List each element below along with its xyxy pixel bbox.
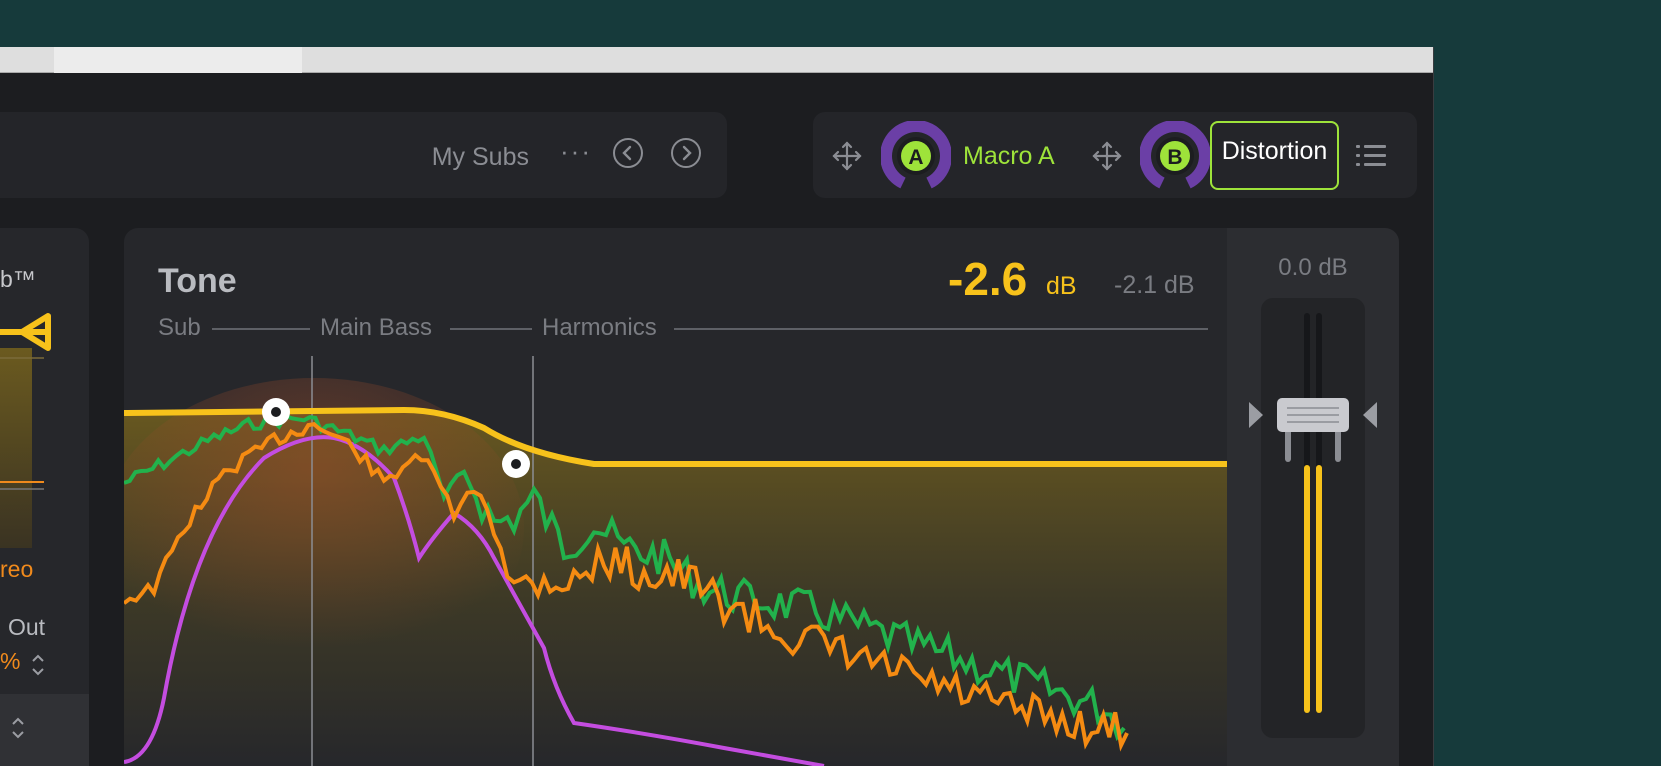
band-label-sub[interactable]: Sub (158, 314, 201, 342)
band-line (674, 328, 1208, 330)
more-dots-icon[interactable]: ··· (556, 136, 596, 166)
svg-text:A: A (908, 146, 923, 169)
left-panel-footer (0, 694, 89, 766)
stepper-icon[interactable] (10, 714, 26, 742)
title-bar-tab[interactable] (54, 47, 302, 73)
stereo-label: reo (0, 556, 34, 582)
band-label-harmonics[interactable]: Harmonics (542, 314, 657, 342)
tone-panel: Tone -2.6 dB -2.1 dB Sub Main Bass Harmo… (124, 228, 1227, 766)
list-menu-icon[interactable] (1353, 138, 1389, 172)
eq-node-1[interactable] (262, 398, 290, 426)
preset-bar: My Subs ··· (0, 112, 727, 198)
tone-secondary-gain: -2.1 dB (1114, 271, 1195, 299)
preset-name[interactable]: My Subs (432, 143, 529, 172)
tone-gain-value[interactable]: -2.6 (948, 252, 1027, 306)
brand-label: b™ (0, 266, 36, 292)
macro-bar: A Macro A B Distortion (813, 112, 1417, 198)
meter-level-left (1304, 465, 1310, 713)
output-meter-graphics (1249, 313, 1377, 713)
fader-arrow-left-icon[interactable] (1249, 402, 1263, 428)
out-label: Out (8, 614, 46, 640)
band-line (450, 328, 532, 330)
stepper-icon[interactable] (30, 652, 46, 678)
macro-a-label[interactable]: Macro A (963, 142, 1055, 171)
title-bar (0, 47, 1433, 73)
left-partial-panel: b™ reo Out % (0, 228, 89, 766)
out-percent-value[interactable]: % (0, 648, 20, 675)
macro-a-knob[interactable]: A (881, 121, 951, 191)
svg-text:B: B (1167, 146, 1182, 169)
output-meter-panel: 0.0 dB (1227, 228, 1399, 766)
move-icon[interactable] (1091, 140, 1123, 172)
band-label-main-bass[interactable]: Main Bass (320, 314, 432, 342)
macro-b-knob[interactable]: B (1140, 121, 1210, 191)
tone-gain-unit: dB (1046, 272, 1077, 300)
eq-node-2[interactable] (502, 450, 530, 478)
chevron-left-circle-icon[interactable] (613, 138, 643, 168)
band-line (212, 328, 310, 330)
move-icon[interactable] (831, 140, 863, 172)
chevron-right-circle-icon[interactable] (671, 138, 701, 168)
meter-level-right (1316, 465, 1322, 713)
tone-title: Tone (158, 262, 237, 300)
fader-arrow-right-icon[interactable] (1363, 402, 1377, 428)
tone-spectrum-display[interactable] (124, 228, 1227, 766)
output-fader-handle[interactable] (1277, 398, 1349, 432)
distortion-macro-button[interactable]: Distortion (1210, 121, 1339, 190)
left-panel-graph (0, 313, 51, 548)
